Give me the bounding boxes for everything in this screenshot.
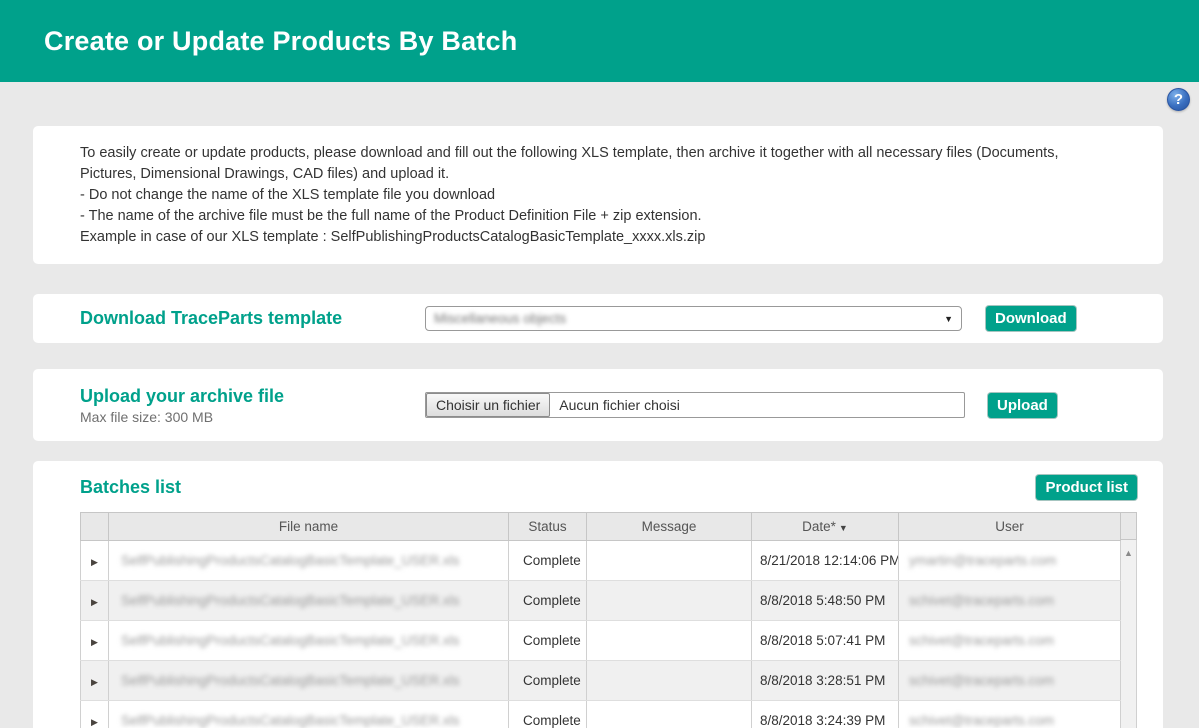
date-cell: 8/8/2018 5:07:41 PM — [752, 621, 899, 661]
table-row: ▶ SelfPublishingProductsCatalogBasicTemp… — [81, 701, 1121, 728]
expand-row-icon[interactable]: ▶ — [91, 597, 98, 607]
user-cell: schivet@traceparts.com — [909, 593, 1054, 608]
message-cell — [587, 701, 752, 728]
message-cell — [587, 661, 752, 701]
user-cell: ymartin@traceparts.com — [909, 553, 1056, 568]
batches-table-wrap: File name Status Message Date*▼ User ▶ S… — [80, 512, 1137, 728]
instructions-line-1: To easily create or update products, ple… — [80, 143, 1116, 185]
file-name-cell: SelfPublishingProductsCatalogBasicTempla… — [121, 633, 459, 648]
user-cell: schivet@traceparts.com — [909, 713, 1054, 728]
batches-card: Batches list Product list File name Stat… — [33, 461, 1163, 728]
status-cell: Complete — [509, 541, 587, 581]
archive-file-input[interactable]: Choisir un fichier Aucun fichier choisi — [425, 392, 965, 418]
expand-row-icon[interactable]: ▶ — [91, 557, 98, 567]
col-header-expand — [81, 513, 109, 541]
page-title: Create or Update Products By Batch — [44, 26, 517, 57]
user-cell: schivet@traceparts.com — [909, 633, 1054, 648]
instructions-line-3: - The name of the archive file must be t… — [80, 206, 1116, 227]
max-file-size-label: Max file size: 300 MB — [80, 409, 425, 425]
date-cell: 8/8/2018 3:24:39 PM — [752, 701, 899, 728]
expand-row-icon[interactable]: ▶ — [91, 677, 98, 687]
message-cell — [587, 621, 752, 661]
message-cell — [587, 541, 752, 581]
download-template-heading: Download TraceParts template — [80, 308, 425, 329]
template-select[interactable]: Miscellaneous objects ▼ — [425, 306, 962, 331]
table-header-row: File name Status Message Date*▼ User — [81, 513, 1121, 541]
scrollbar-header-cell — [1121, 512, 1137, 540]
file-name-cell: SelfPublishingProductsCatalogBasicTempla… — [121, 553, 459, 568]
message-cell — [587, 581, 752, 621]
scroll-up-icon[interactable]: ▲ — [1124, 548, 1133, 728]
col-header-date[interactable]: Date*▼ — [752, 513, 899, 541]
table-row: ▶ SelfPublishingProductsCatalogBasicTemp… — [81, 541, 1121, 581]
sort-desc-icon: ▼ — [839, 523, 848, 533]
file-name-cell: SelfPublishingProductsCatalogBasicTempla… — [121, 593, 459, 608]
col-header-user[interactable]: User — [899, 513, 1121, 541]
date-cell: 8/8/2018 5:48:50 PM — [752, 581, 899, 621]
file-name-cell: SelfPublishingProductsCatalogBasicTempla… — [121, 673, 459, 688]
batches-list-heading: Batches list — [80, 477, 181, 498]
file-name-cell: SelfPublishingProductsCatalogBasicTempla… — [121, 713, 459, 728]
batches-table: File name Status Message Date*▼ User ▶ S… — [80, 512, 1121, 728]
instructions-line-4: Example in case of our XLS template : Se… — [80, 227, 1116, 248]
product-list-button[interactable]: Product list — [1036, 475, 1137, 500]
expand-row-icon[interactable]: ▶ — [91, 637, 98, 647]
col-header-file-name[interactable]: File name — [109, 513, 509, 541]
date-cell: 8/21/2018 12:14:06 PM — [752, 541, 899, 581]
status-cell: Complete — [509, 621, 587, 661]
instructions-line-2: - Do not change the name of the XLS temp… — [80, 185, 1116, 206]
question-mark-glyph: ? — [1174, 91, 1183, 108]
template-select-value: Miscellaneous objects — [434, 311, 566, 326]
col-header-message[interactable]: Message — [587, 513, 752, 541]
download-template-card: Download TraceParts template Miscellaneo… — [33, 294, 1163, 343]
expand-row-icon[interactable]: ▶ — [91, 717, 98, 727]
table-row: ▶ SelfPublishingProductsCatalogBasicTemp… — [81, 581, 1121, 621]
table-row: ▶ SelfPublishingProductsCatalogBasicTemp… — [81, 621, 1121, 661]
upload-archive-card: Upload your archive file Max file size: … — [33, 369, 1163, 441]
choose-file-button[interactable]: Choisir un fichier — [426, 393, 550, 417]
table-row: ▶ SelfPublishingProductsCatalogBasicTemp… — [81, 661, 1121, 701]
page-header: Create or Update Products By Batch — [0, 0, 1199, 82]
file-chosen-status: Aucun fichier choisi — [550, 393, 680, 417]
table-scrollbar[interactable]: ▲ — [1121, 512, 1137, 728]
scrollbar-track[interactable]: ▲ — [1121, 540, 1137, 728]
status-cell: Complete — [509, 661, 587, 701]
help-icon[interactable]: ? — [1167, 88, 1190, 111]
upload-button[interactable]: Upload — [988, 393, 1057, 418]
upload-archive-heading: Upload your archive file — [80, 386, 425, 407]
chevron-down-icon: ▼ — [944, 314, 953, 324]
instructions-card: To easily create or update products, ple… — [33, 126, 1163, 264]
status-cell: Complete — [509, 581, 587, 621]
user-cell: schivet@traceparts.com — [909, 673, 1054, 688]
col-header-status[interactable]: Status — [509, 513, 587, 541]
date-cell: 8/8/2018 3:28:51 PM — [752, 661, 899, 701]
status-cell: Complete — [509, 701, 587, 728]
download-button[interactable]: Download — [986, 306, 1076, 331]
